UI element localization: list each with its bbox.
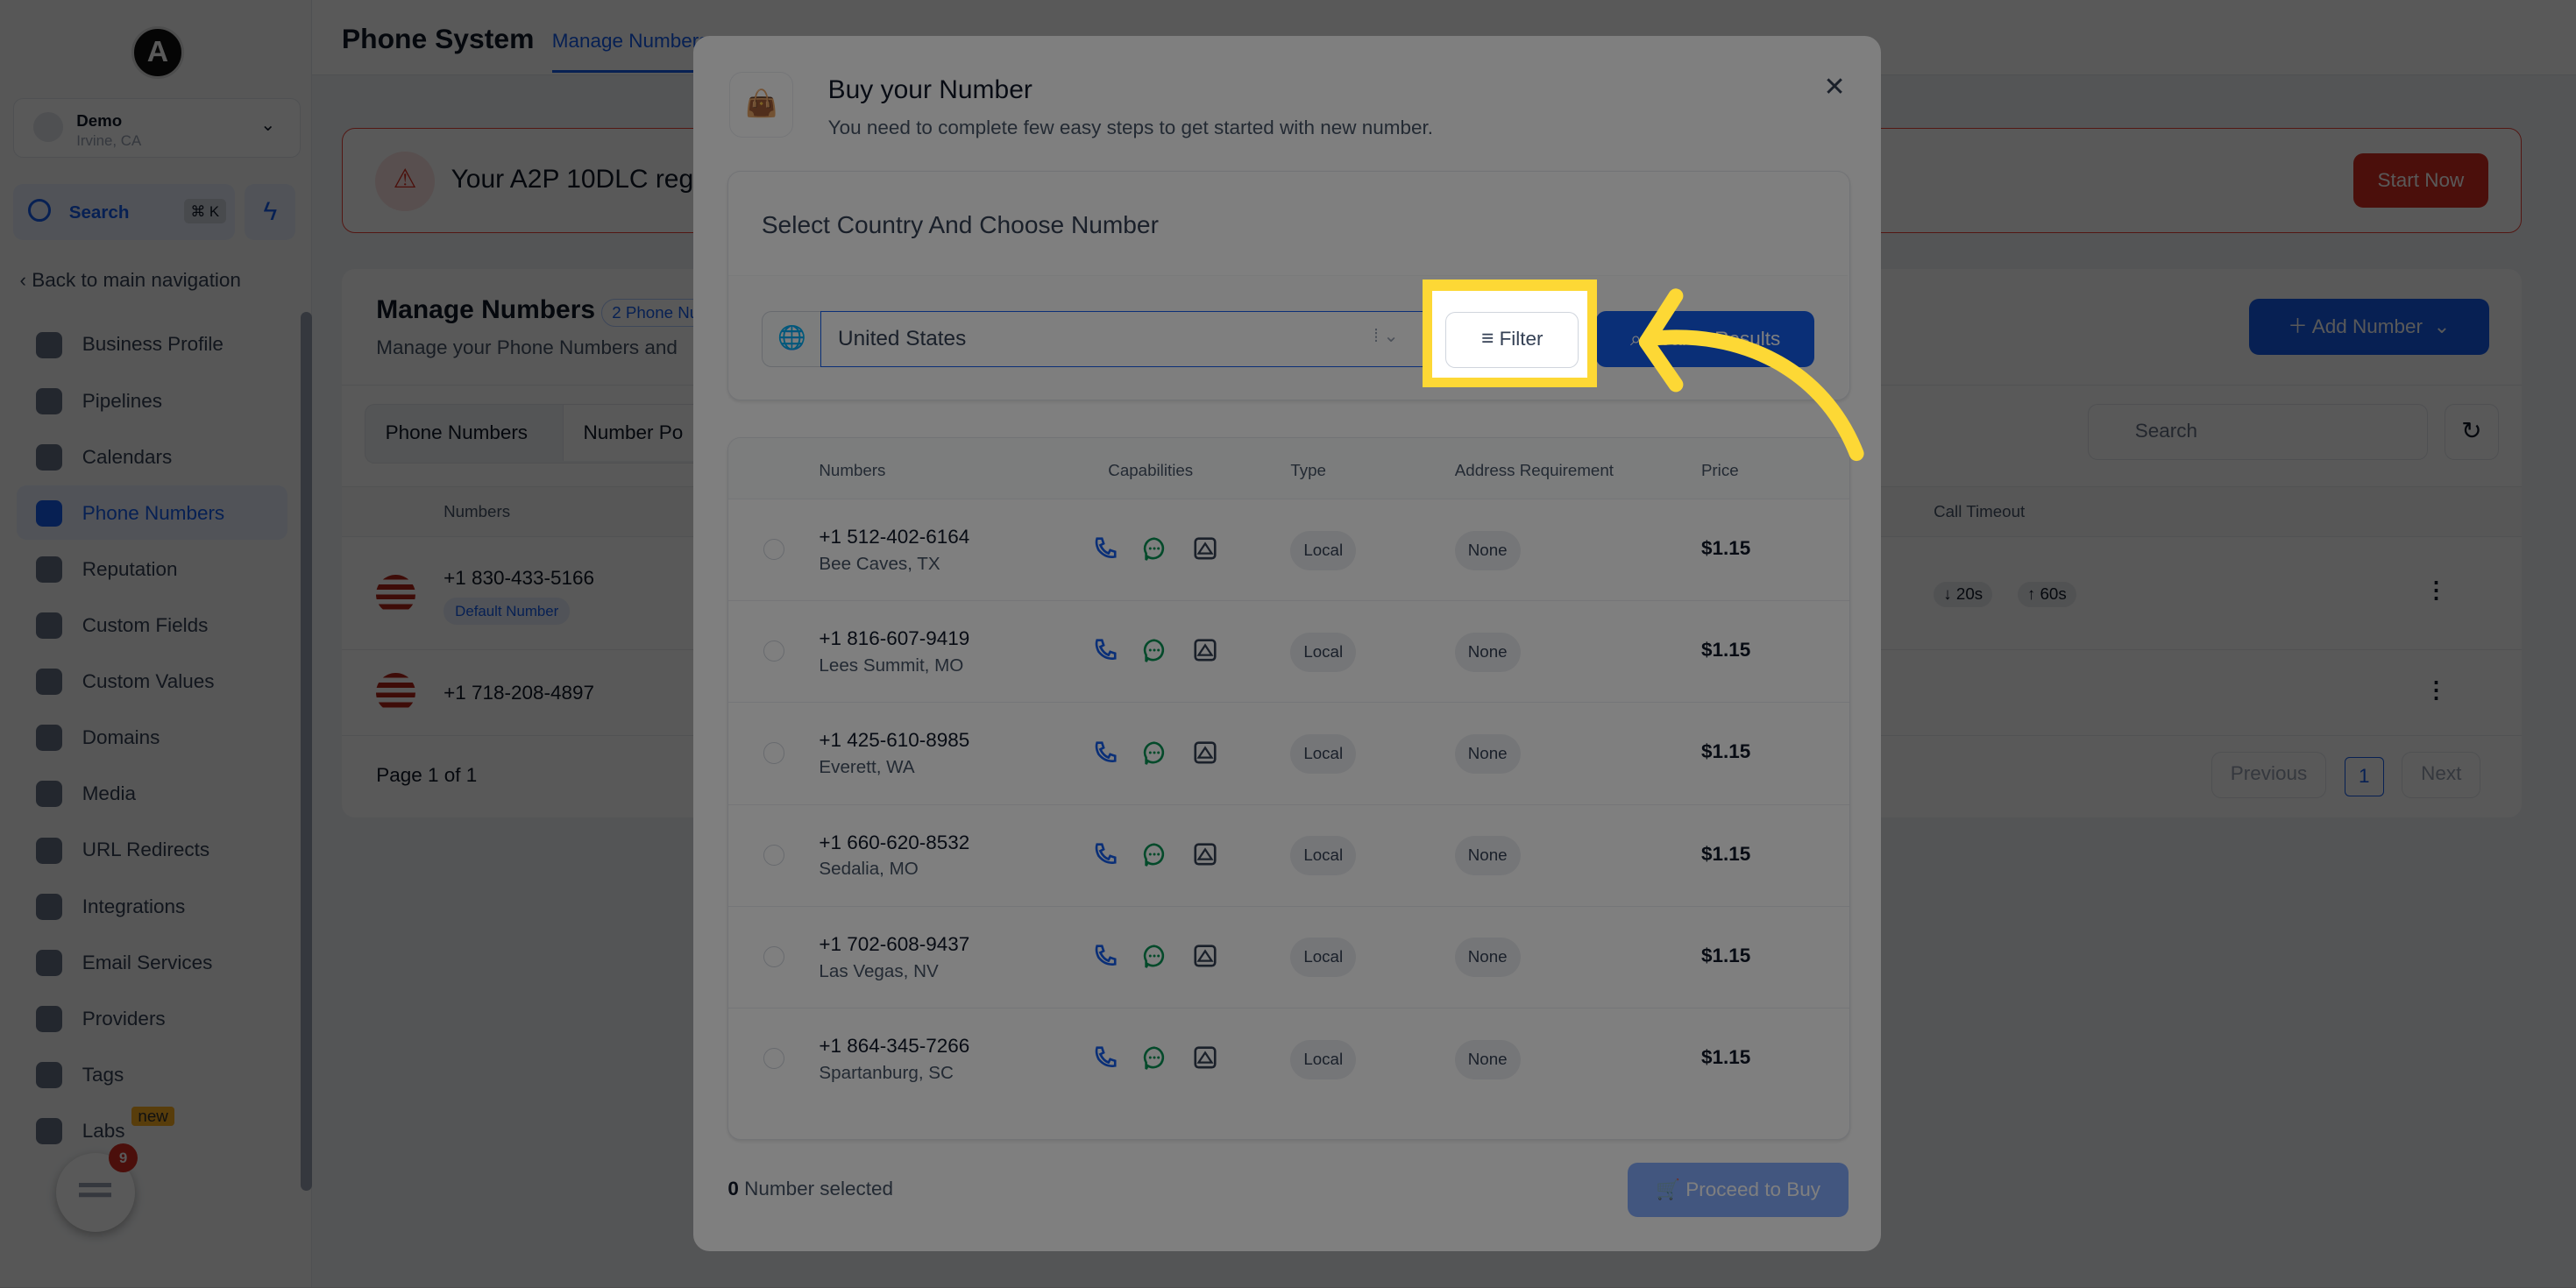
arrow-curve [1642,329,1864,461]
filter-label: Filter [1499,328,1543,350]
filter-icon: ≡ [1481,327,1494,351]
pointer-arrow [1638,287,1864,461]
tour-overlay [0,0,2576,1288]
filter-button[interactable]: ≡ Filter [1445,312,1579,368]
